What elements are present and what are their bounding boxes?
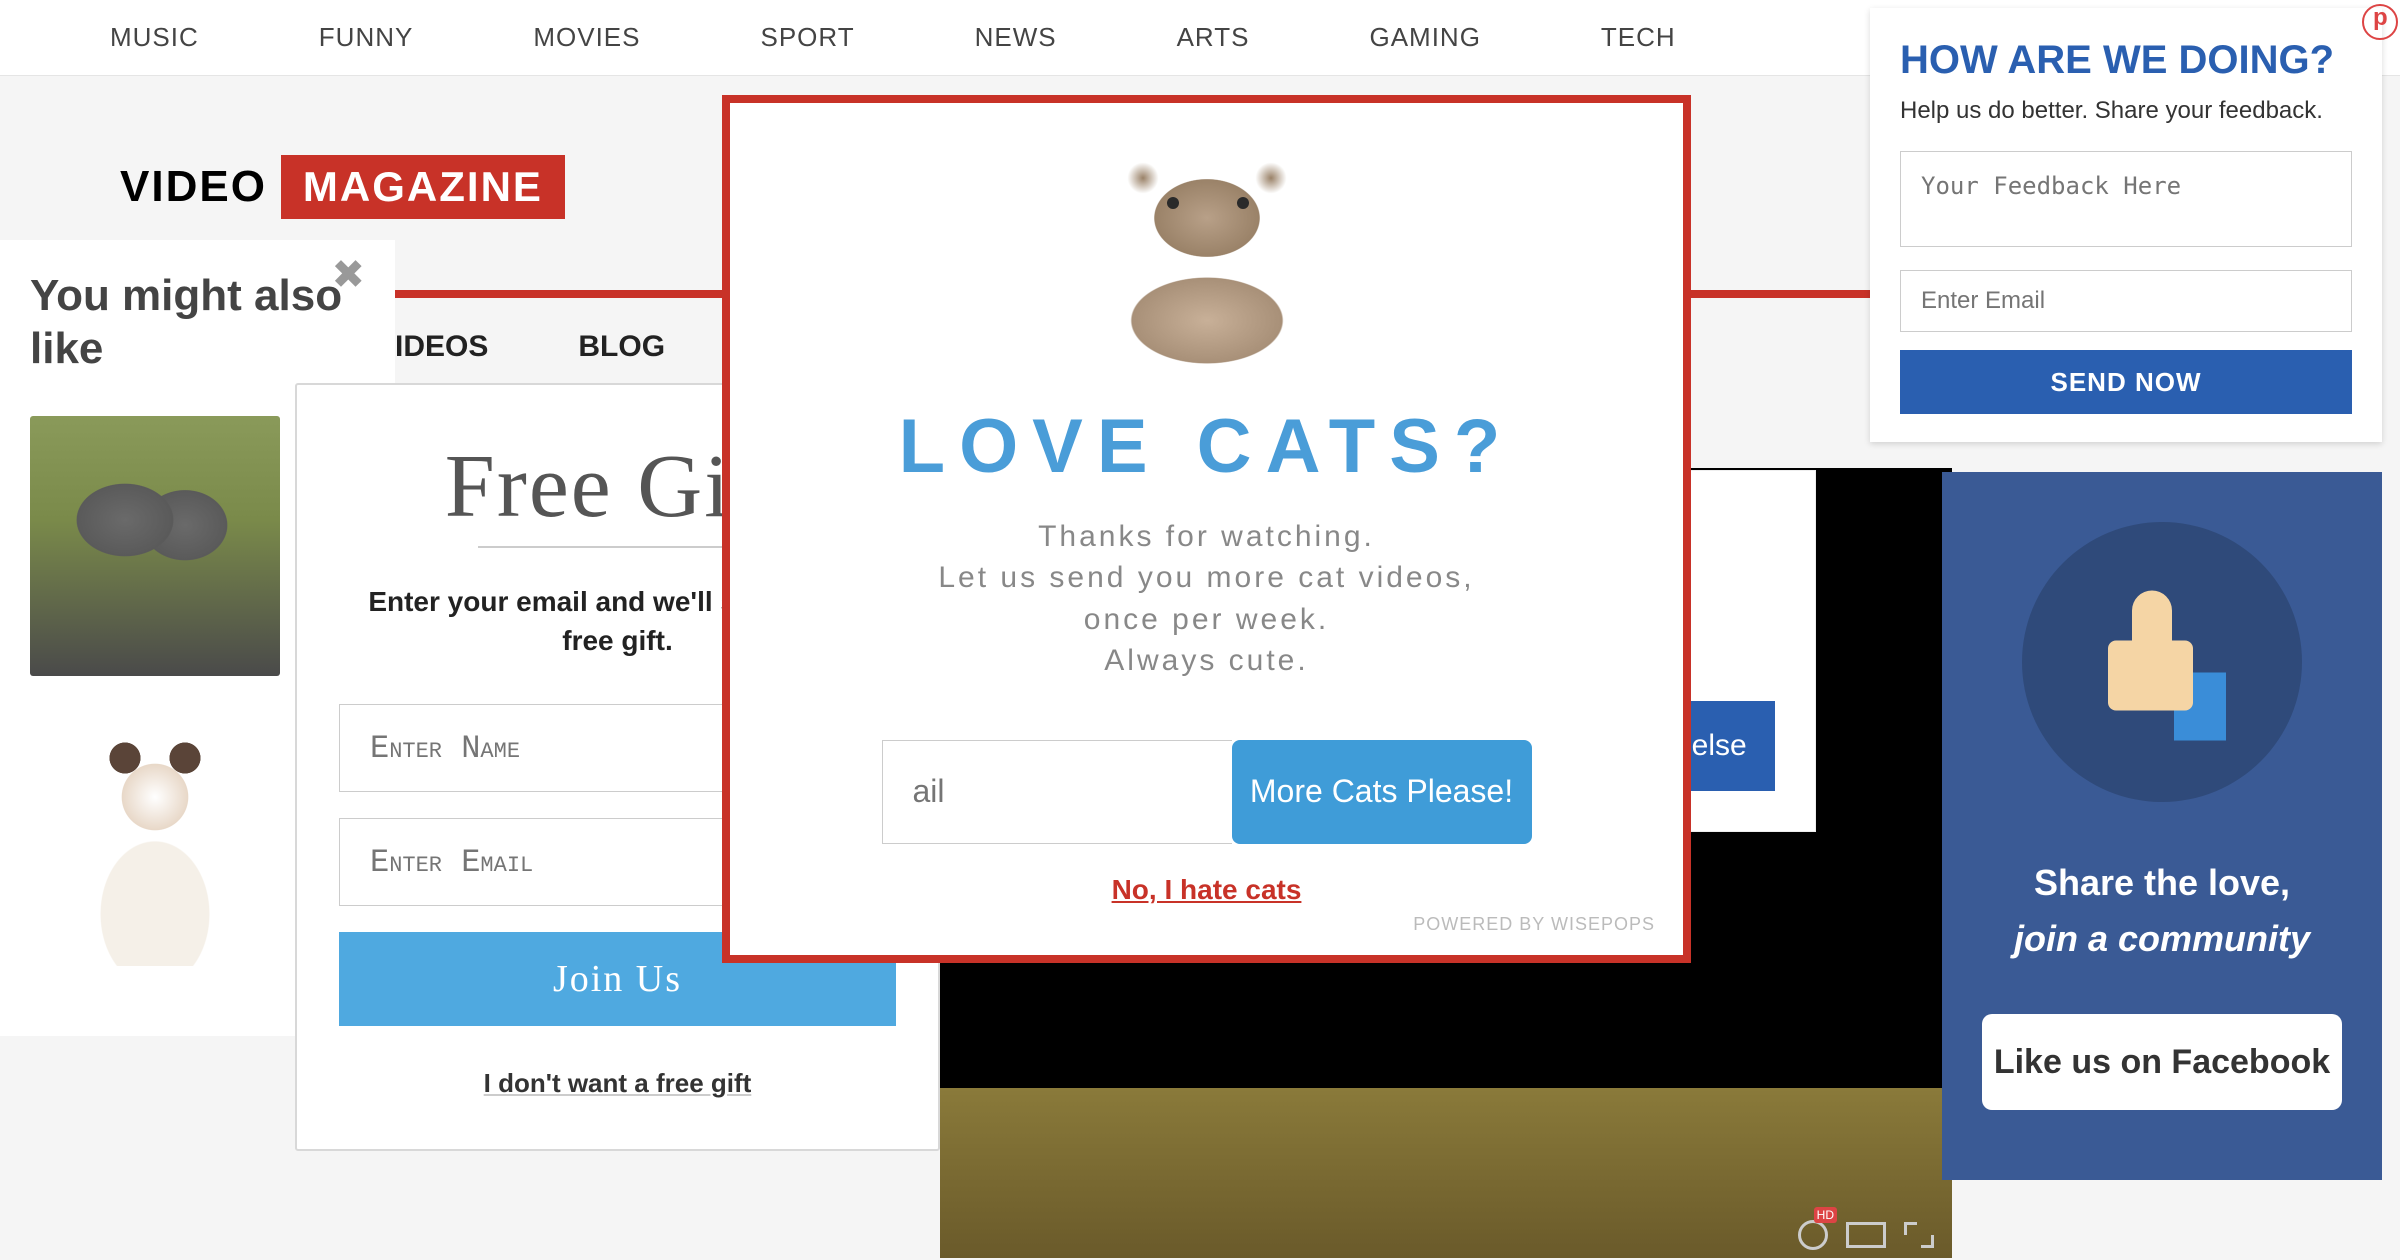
feedback-title: HOW ARE WE DOING? [1900, 38, 2352, 83]
cats-decline-link[interactable]: No, I hate cats [740, 874, 1673, 906]
yml-title: You might also like [30, 270, 365, 376]
share-line-2: join a community [1982, 918, 2342, 960]
feedback-subtitle: Help us do better. Share your feedback. [1900, 97, 2352, 125]
gift-decline-link[interactable]: I don't want a free gift [339, 1068, 896, 1099]
nav-music[interactable]: MUSIC [110, 22, 199, 53]
nav-sport[interactable]: SPORT [760, 22, 854, 53]
more-cats-button[interactable]: More Cats Please! [1232, 740, 1532, 844]
logo-text: VIDEO [120, 162, 267, 212]
nav-funny[interactable]: FUNNY [319, 22, 414, 53]
kitten-icon [1047, 133, 1367, 383]
share-line-1: Share the love, [1982, 862, 2342, 904]
suggested-thumb-1[interactable] [30, 416, 280, 676]
cats-title: LOVE CATS? [740, 403, 1673, 490]
fullscreen-icon[interactable] [1904, 1222, 1934, 1248]
cats-body: Thanks for watching. Let us send you mor… [740, 516, 1673, 682]
send-now-button[interactable]: SEND NOW [1900, 350, 2352, 414]
logo-badge: MAGAZINE [281, 155, 565, 219]
pinterest-icon[interactable] [2362, 4, 2398, 40]
settings-icon[interactable] [1798, 1220, 1828, 1250]
feedback-textarea[interactable] [1900, 151, 2352, 247]
close-icon[interactable]: ✖ [331, 252, 365, 298]
suggested-thumb-2[interactable] [30, 706, 280, 966]
divider [478, 546, 758, 548]
feedback-panel: HOW ARE WE DOING? Help us do better. Sha… [1870, 8, 2382, 442]
share-card: Share the love, join a community Like us… [1942, 472, 2382, 1180]
nav-arts[interactable]: ARTS [1177, 22, 1250, 53]
feedback-email-input[interactable] [1900, 270, 2352, 332]
cats-email-input[interactable] [882, 740, 1232, 844]
theater-mode-icon[interactable] [1846, 1222, 1886, 1248]
subnav-blog[interactable]: BLOG [578, 330, 665, 364]
thumbs-up-icon [2022, 522, 2302, 802]
powered-by-label: POWERED BY WISEPOPS [740, 914, 1673, 935]
nav-news[interactable]: NEWS [975, 22, 1057, 53]
nav-movies[interactable]: MOVIES [533, 22, 640, 53]
nav-tech[interactable]: TECH [1601, 22, 1676, 53]
like-facebook-button[interactable]: Like us on Facebook [1982, 1014, 2342, 1110]
nav-gaming[interactable]: GAMING [1369, 22, 1480, 53]
cats-popup: LOVE CATS? Thanks for watching. Let us s… [722, 95, 1691, 963]
